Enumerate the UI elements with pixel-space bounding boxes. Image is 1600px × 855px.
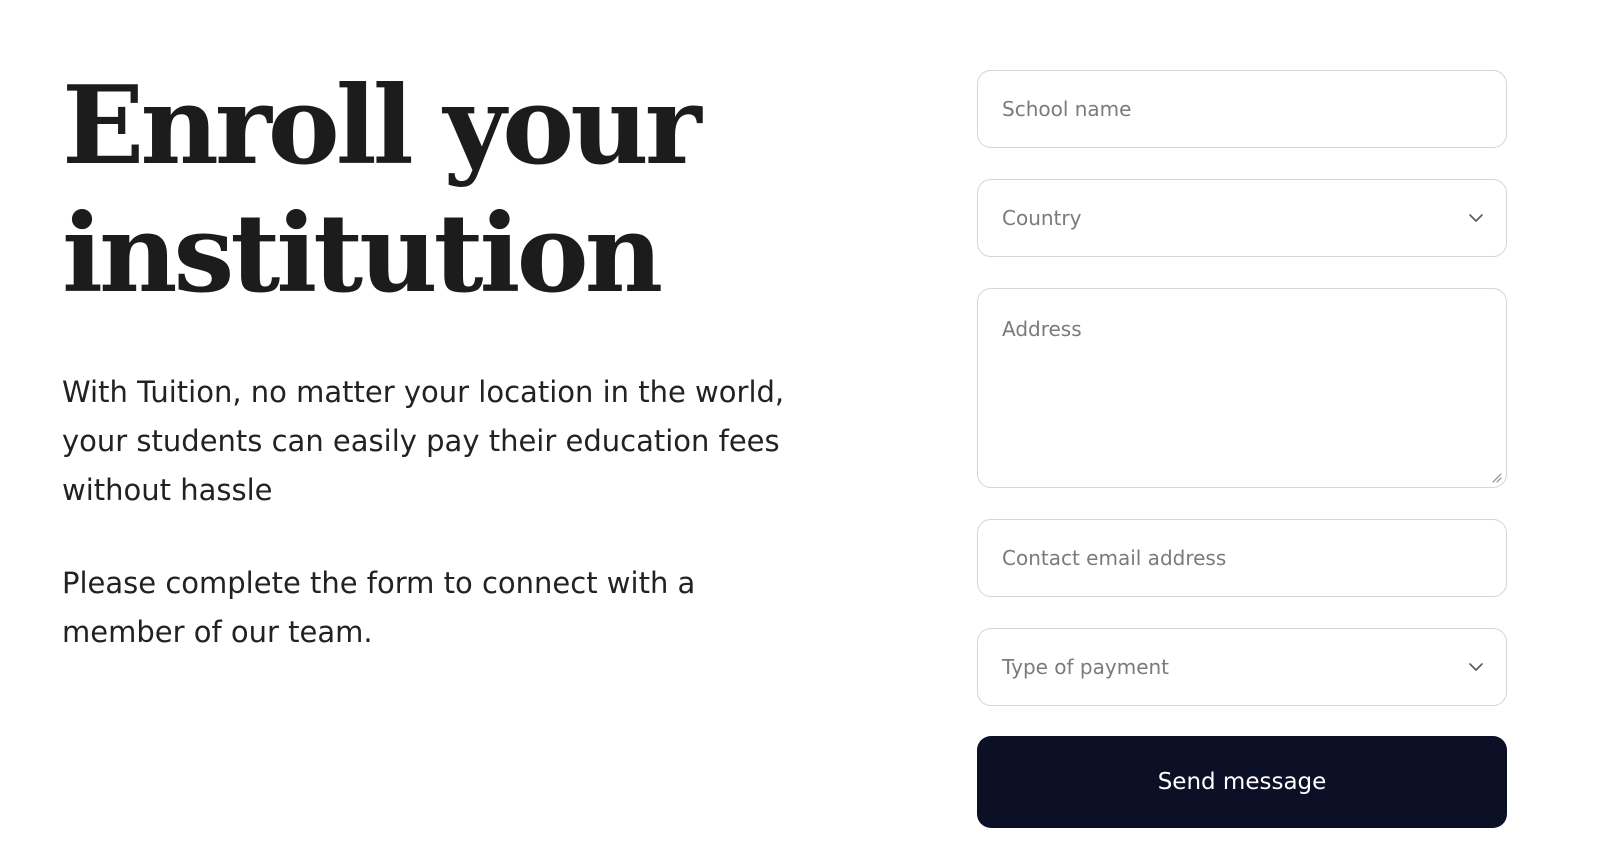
chevron-down-icon [1469, 214, 1483, 222]
chevron-down-icon [1469, 663, 1483, 671]
resize-handle-icon[interactable] [1490, 471, 1502, 483]
contact-email-placeholder: Contact email address [1002, 546, 1227, 570]
headline-line-2: institution [62, 191, 663, 317]
country-select[interactable]: Country [977, 179, 1507, 257]
school-name-placeholder: School name [1002, 97, 1132, 121]
country-placeholder: Country [1002, 206, 1082, 230]
payment-type-placeholder: Type of payment [1002, 655, 1170, 679]
address-placeholder: Address [1002, 317, 1082, 341]
payment-type-select[interactable]: Type of payment [977, 628, 1507, 706]
form-instruction: Please complete the form to connect with… [62, 566, 696, 649]
headline-line-1: Enroll your [62, 63, 702, 189]
school-name-input[interactable]: School name [977, 70, 1507, 148]
page-title: Enroll your institution [62, 62, 822, 318]
address-textarea[interactable]: Address [977, 288, 1507, 488]
enroll-form: School name Country Address Contact emai… [977, 70, 1507, 828]
hero-section: Enroll your institution With Tuition, no… [62, 62, 822, 657]
lead-paragraph: With Tuition, no matter your location in… [62, 375, 785, 507]
contact-email-input[interactable]: Contact email address [977, 519, 1507, 597]
send-message-button[interactable]: Send message [977, 736, 1507, 828]
